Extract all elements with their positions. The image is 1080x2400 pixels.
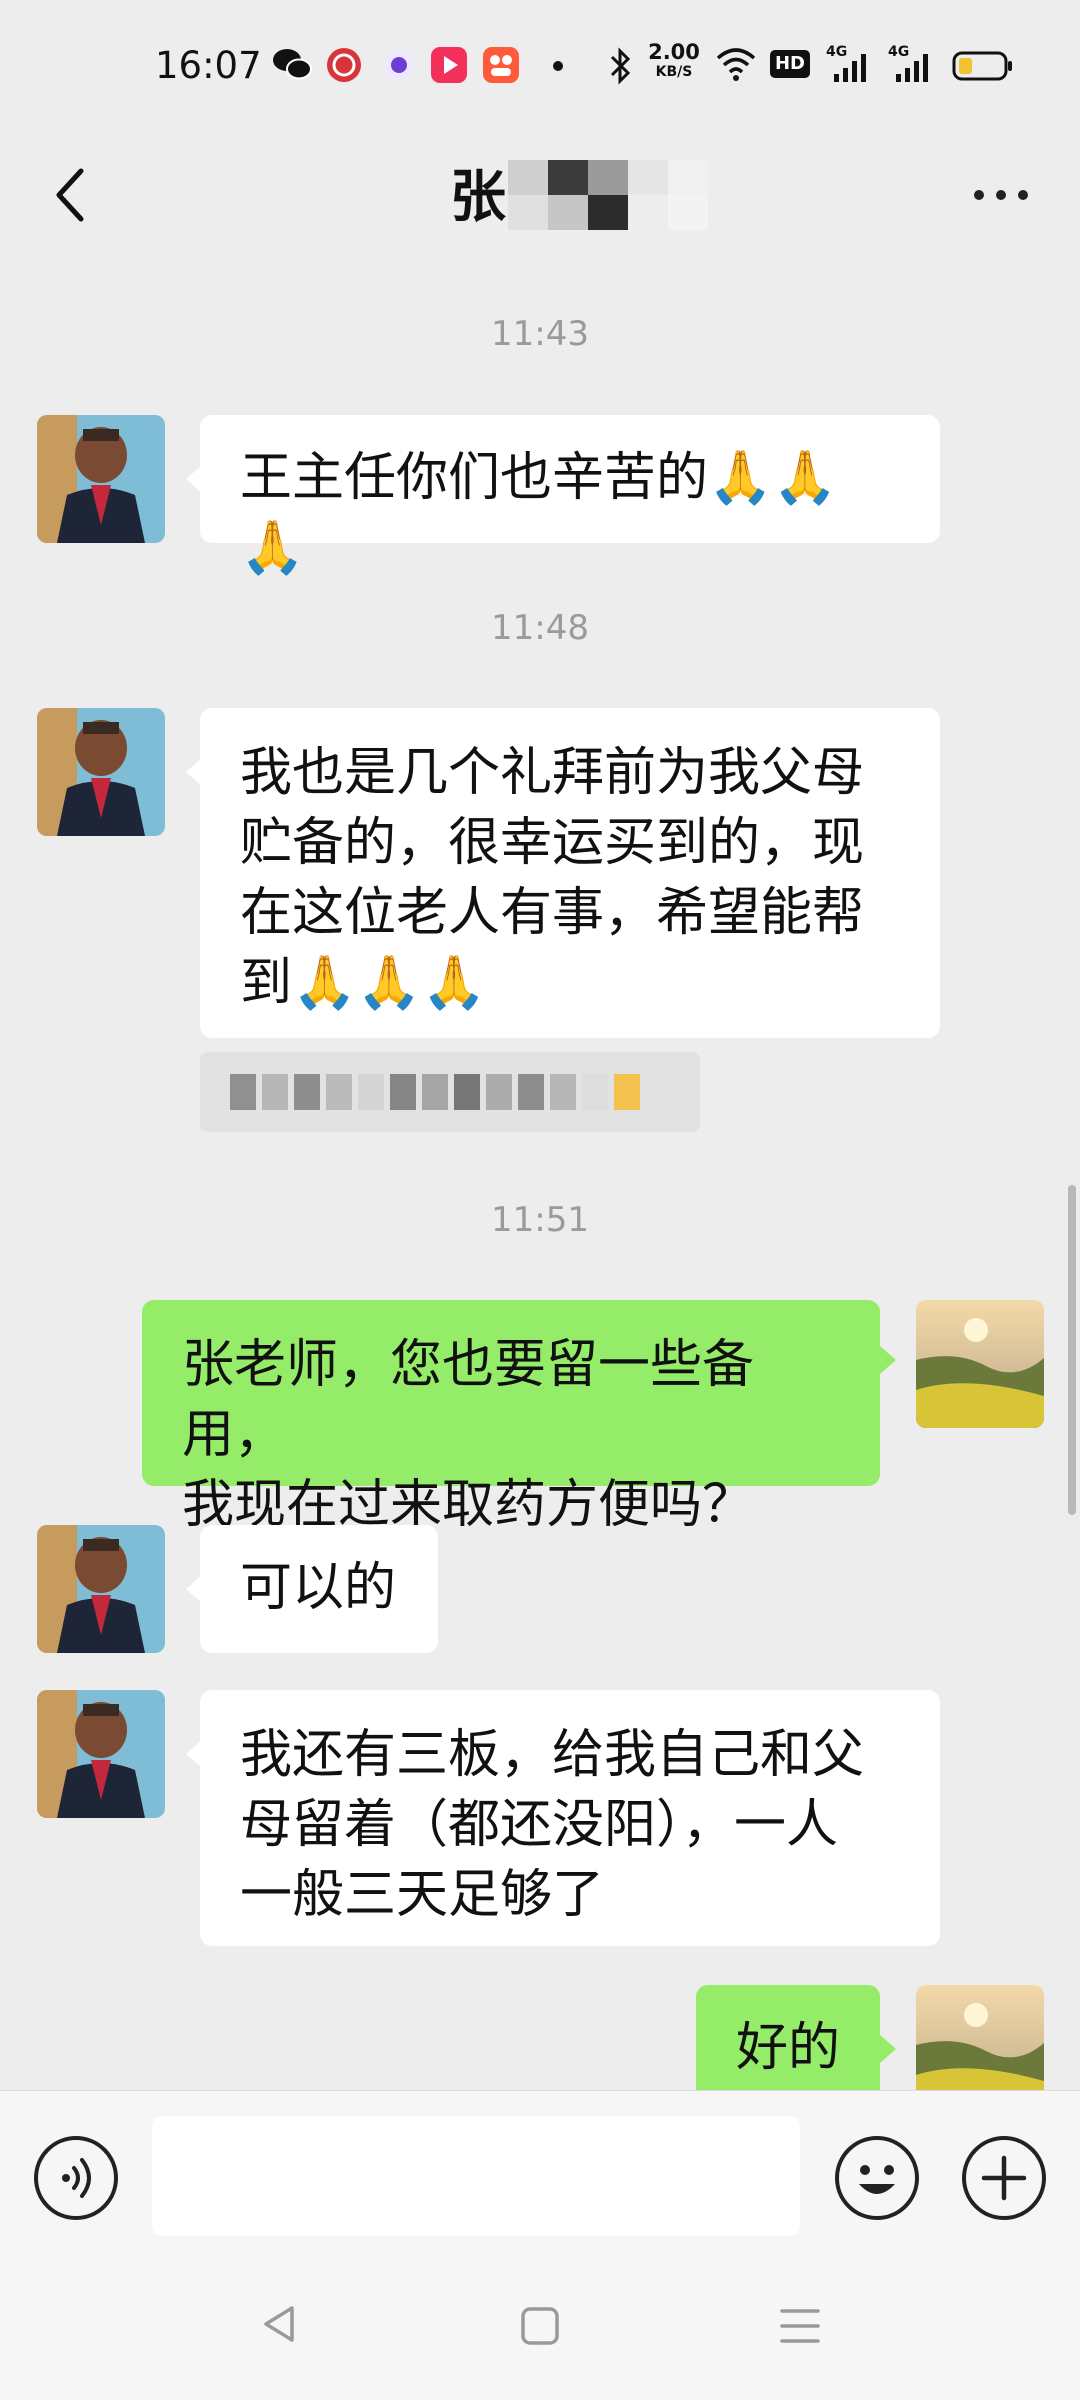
signal-bars-icon: [834, 54, 866, 82]
emoji-icon: [859, 2165, 895, 2194]
app-icon: [383, 49, 415, 81]
chevron-left-icon: [56, 168, 84, 222]
bluetooth-icon: [610, 47, 631, 85]
signal-4g-2: 4G: [888, 44, 932, 84]
home-square-icon[interactable]: [518, 2304, 562, 2348]
avatar-image: [37, 708, 165, 836]
signal-4g-1: 4G: [826, 44, 870, 84]
battery-icon: [952, 51, 1012, 81]
back-button[interactable]: [34, 155, 104, 235]
avatar-image: [37, 415, 165, 543]
chat-title: 张: [450, 165, 508, 230]
avatar-image: [916, 1300, 1044, 1428]
menu-lines-icon[interactable]: [778, 2304, 822, 2348]
quoted-message[interactable]: [200, 1052, 700, 1132]
status-time: 16:07: [155, 44, 262, 87]
message-input[interactable]: [152, 2116, 800, 2236]
status-bar: 16:07 2.00 KB/S HD 4G 4G: [0, 0, 1080, 130]
wechat-icon: [273, 49, 312, 80]
voice-button[interactable]: [34, 2136, 118, 2220]
avatar-image: [37, 1525, 165, 1653]
hd-badge: HD: [770, 50, 810, 78]
scrollbar[interactable]: [1068, 1185, 1076, 1515]
contact-avatar[interactable]: [37, 1525, 165, 1653]
video-icon: [431, 47, 467, 83]
timestamp: 11:48: [491, 608, 589, 648]
message-bubble[interactable]: 王主任你们也辛苦的🙏🙏🙏: [200, 415, 940, 578]
contact-avatar[interactable]: [37, 708, 165, 836]
plus-button[interactable]: [962, 2136, 1046, 2220]
wifi-icon: [716, 48, 756, 81]
app-icon: [327, 48, 361, 82]
avatar-image: [37, 1690, 165, 1818]
dot-icon: [553, 61, 563, 71]
back-triangle-icon[interactable]: [258, 2302, 302, 2346]
message-bubble[interactable]: 可以的: [200, 1525, 438, 1653]
signal-bars-icon: [896, 54, 928, 82]
contact-avatar[interactable]: [37, 1690, 165, 1818]
message-bubble[interactable]: 我也是几个礼拜前为我父母 贮备的，很幸运买到的，现 在这位老人有事，希望能帮 到…: [200, 708, 940, 1038]
plus-icon: [981, 2155, 1027, 2201]
chat-header: 张: [0, 130, 1080, 260]
more-dots-icon: [974, 190, 984, 200]
input-bar: [0, 2090, 1080, 2251]
blurred-name: [508, 160, 708, 230]
emoji-button[interactable]: [835, 2136, 919, 2220]
bubble-tail: [880, 2035, 896, 2063]
network-speed: 2.00 KB/S: [648, 40, 700, 81]
timestamp: 11:51: [491, 1200, 589, 1240]
contact-avatar[interactable]: [37, 415, 165, 543]
message-bubble[interactable]: 我还有三板，给我自己和父 母留着（都还没阳），一人 一般三天足够了: [200, 1690, 940, 1946]
more-button[interactable]: [956, 165, 1046, 225]
message-bubble[interactable]: 张老师，您也要留一些备用， 我现在过来取药方便吗？: [142, 1300, 880, 1535]
app-icon: [483, 47, 519, 83]
bubble-tail: [880, 1346, 896, 1374]
my-avatar[interactable]: [916, 1300, 1044, 1428]
timestamp: 11:43: [491, 314, 589, 354]
voice-icon: [62, 2158, 91, 2198]
system-nav-bar: [0, 2250, 1080, 2400]
